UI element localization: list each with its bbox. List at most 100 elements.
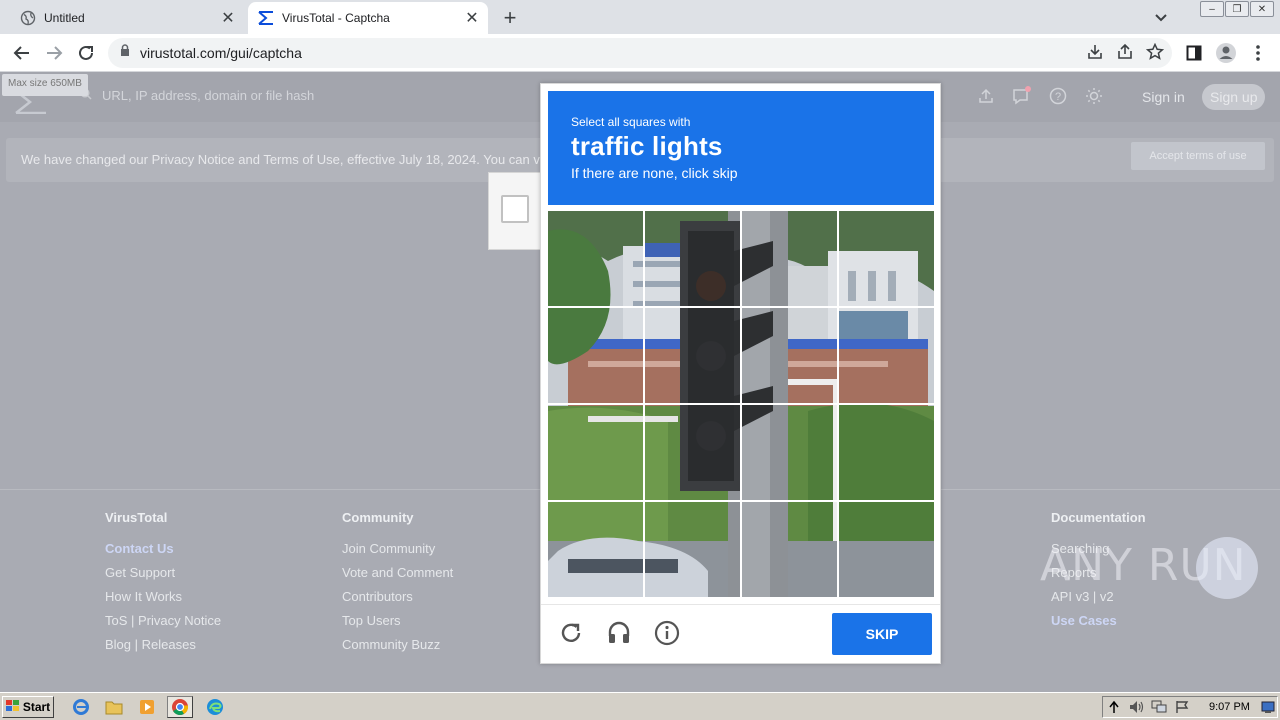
tab-bar: Untitled ✕ VirusTotal - Captcha ✕ + – ❐ … bbox=[0, 0, 1280, 34]
tray-expand-icon[interactable] bbox=[1109, 700, 1119, 719]
back-icon[interactable] bbox=[10, 41, 34, 65]
media-player-icon[interactable] bbox=[134, 696, 160, 718]
captcha-checkbox[interactable] bbox=[501, 195, 529, 223]
bookmark-star-icon[interactable] bbox=[1145, 42, 1165, 66]
svg-text:?: ? bbox=[1055, 91, 1061, 103]
action-center-flag-icon[interactable] bbox=[1175, 700, 1189, 719]
captcha-tile[interactable] bbox=[548, 502, 644, 597]
sign-up-button[interactable]: Sign up bbox=[1202, 84, 1266, 110]
network-icon[interactable] bbox=[1151, 700, 1167, 719]
captcha-footer: SKIP bbox=[541, 604, 940, 664]
footer-link-contributors[interactable]: Contributors bbox=[342, 589, 453, 613]
tab-title: VirusTotal - Captcha bbox=[282, 11, 390, 25]
file-explorer-icon[interactable] bbox=[101, 696, 127, 718]
close-window-icon[interactable]: ✕ bbox=[1250, 1, 1274, 17]
start-button[interactable]: Start bbox=[2, 696, 54, 718]
header-icons: ? bbox=[976, 86, 1104, 106]
browser-toolbar: virustotal.com/gui/captcha bbox=[0, 34, 1280, 72]
captcha-image-grid bbox=[548, 211, 934, 597]
captcha-challenge: Select all squares with traffic lights I… bbox=[540, 83, 941, 664]
restore-icon[interactable]: ❐ bbox=[1225, 1, 1249, 17]
captcha-hint: If there are none, click skip bbox=[571, 165, 738, 181]
lock-icon bbox=[120, 44, 130, 62]
footer-link-top-users[interactable]: Top Users bbox=[342, 613, 453, 637]
internet-explorer-icon[interactable] bbox=[68, 696, 94, 718]
side-panel-icon[interactable] bbox=[1182, 41, 1206, 65]
footer-col-community: Community Join Community Vote and Commen… bbox=[342, 510, 453, 661]
menu-kebab-icon[interactable] bbox=[1246, 41, 1270, 65]
windows-logo-icon bbox=[5, 699, 20, 715]
footer-link-join-community[interactable]: Join Community bbox=[342, 541, 453, 565]
captcha-checkbox-widget bbox=[488, 172, 542, 250]
footer-heading: VirusTotal bbox=[105, 510, 168, 525]
notifications-icon[interactable] bbox=[1012, 86, 1032, 106]
captcha-tile[interactable] bbox=[742, 308, 838, 404]
max-size-tooltip: Max size 650MB bbox=[2, 74, 88, 96]
system-tray: 9:07 PM bbox=[1102, 696, 1278, 718]
footer-link-how-it-works[interactable]: How It Works bbox=[105, 589, 221, 613]
edge-icon[interactable] bbox=[202, 696, 228, 718]
captcha-tile[interactable] bbox=[645, 502, 741, 597]
chevron-down-icon[interactable] bbox=[1152, 8, 1170, 26]
help-icon[interactable]: ? bbox=[1048, 86, 1068, 106]
captcha-tile[interactable] bbox=[645, 211, 741, 307]
install-icon[interactable] bbox=[1086, 43, 1104, 66]
footer-link-use-cases[interactable]: Use Cases bbox=[1051, 613, 1146, 637]
footer-link-blog-releases[interactable]: Blog | Releases bbox=[105, 637, 221, 661]
window-controls: – ❐ ✕ bbox=[1200, 1, 1274, 17]
footer-link-community-buzz[interactable]: Community Buzz bbox=[342, 637, 453, 661]
captcha-instruction: Select all squares with bbox=[571, 115, 691, 129]
tab-title: Untitled bbox=[44, 11, 85, 25]
search-placeholder: URL, IP address, domain or file hash bbox=[102, 88, 315, 103]
virustotal-logo-icon bbox=[258, 10, 274, 26]
footer-link-api[interactable]: API v3 | v2 bbox=[1051, 589, 1146, 613]
captcha-tile[interactable] bbox=[839, 211, 934, 307]
address-bar[interactable]: virustotal.com/gui/captcha bbox=[108, 38, 1172, 68]
captcha-tile[interactable] bbox=[548, 308, 644, 404]
footer-heading: Community bbox=[342, 510, 414, 525]
footer-link-vote-comment[interactable]: Vote and Comment bbox=[342, 565, 453, 589]
skip-button[interactable]: SKIP bbox=[832, 613, 932, 655]
vt-search[interactable]: URL, IP address, domain or file hash bbox=[80, 88, 314, 103]
footer-link-get-support[interactable]: Get Support bbox=[105, 565, 221, 589]
audio-challenge-icon[interactable] bbox=[605, 619, 633, 647]
upload-icon[interactable] bbox=[976, 86, 996, 106]
share-icon[interactable] bbox=[1116, 43, 1134, 66]
captcha-tile[interactable] bbox=[742, 211, 838, 307]
captcha-tile[interactable] bbox=[839, 405, 934, 501]
show-desktop-icon[interactable] bbox=[1261, 700, 1275, 719]
url-text: virustotal.com/gui/captcha bbox=[140, 45, 302, 61]
footer-link-tos-privacy[interactable]: ToS | Privacy Notice bbox=[105, 613, 221, 637]
captcha-tile[interactable] bbox=[548, 211, 644, 307]
close-icon[interactable]: ✕ bbox=[218, 8, 238, 28]
captcha-tile[interactable] bbox=[839, 308, 934, 404]
sign-in-link[interactable]: Sign in bbox=[1142, 89, 1185, 105]
reload-challenge-icon[interactable] bbox=[557, 619, 585, 647]
captcha-tile[interactable] bbox=[645, 308, 741, 404]
close-icon[interactable]: ✕ bbox=[462, 8, 482, 28]
new-tab-icon[interactable]: + bbox=[498, 5, 522, 30]
reload-icon[interactable] bbox=[74, 41, 98, 65]
captcha-tile[interactable] bbox=[742, 405, 838, 501]
captcha-tile[interactable] bbox=[645, 405, 741, 501]
captcha-header: Select all squares with traffic lights I… bbox=[548, 91, 934, 205]
info-icon[interactable] bbox=[653, 619, 681, 647]
clock: 9:07 PM bbox=[1209, 701, 1250, 713]
tab-virustotal[interactable]: VirusTotal - Captcha ✕ bbox=[248, 2, 488, 34]
chrome-icon[interactable] bbox=[167, 696, 193, 718]
captcha-tile[interactable] bbox=[548, 405, 644, 501]
captcha-tile[interactable] bbox=[742, 502, 838, 597]
footer-col-virustotal: VirusTotal Contact Us Get Support How It… bbox=[105, 510, 221, 661]
start-label: Start bbox=[22, 700, 51, 714]
footer-link-contact-us[interactable]: Contact Us bbox=[105, 541, 221, 565]
tab-untitled[interactable]: Untitled ✕ bbox=[12, 2, 244, 34]
accept-terms-button[interactable]: Accept terms of use bbox=[1131, 142, 1265, 170]
minimize-icon[interactable]: – bbox=[1200, 1, 1224, 17]
theme-toggle-icon[interactable] bbox=[1084, 86, 1104, 106]
profile-avatar-icon[interactable] bbox=[1214, 41, 1238, 65]
forward-icon[interactable] bbox=[42, 41, 66, 65]
taskbar: Start 9:07 PM bbox=[0, 692, 1280, 720]
anyrun-play-icon bbox=[1196, 537, 1258, 599]
captcha-tile[interactable] bbox=[839, 502, 934, 597]
volume-icon[interactable] bbox=[1129, 700, 1145, 719]
